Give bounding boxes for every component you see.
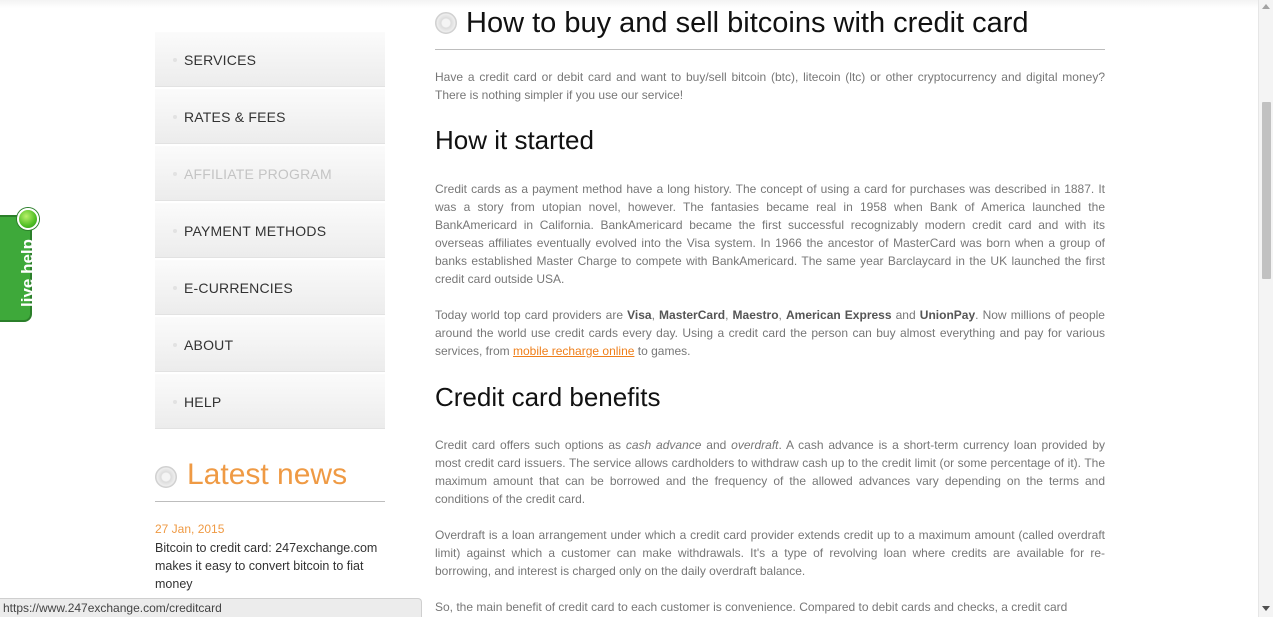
bullet-icon — [173, 400, 177, 404]
text: and — [891, 308, 920, 322]
news-date: 27 Jan, 2015 — [155, 522, 225, 536]
sidebar-item-services[interactable]: SERVICES — [155, 32, 385, 87]
cash-advance-paragraph: Credit card offers such options as cash … — [435, 436, 1105, 508]
sidebar-item-affiliate-program[interactable]: AFFILIATE PROGRAM — [155, 146, 385, 201]
sidebar-item-label: HELP — [184, 394, 222, 410]
live-help-label: live help — [18, 238, 37, 307]
page-header: How to buy and sell bitcoins with credit… — [435, 2, 1105, 50]
overdraft-paragraph: Overdraft is a loan arrangement under wh… — [435, 528, 1105, 578]
news-header: Latest news — [155, 455, 385, 502]
status-bar-url: https://www.247exchange.com/creditcard — [0, 598, 422, 617]
sidebar-item-label: PAYMENT METHODS — [184, 223, 327, 239]
brand-mastercard: MasterCard — [659, 308, 726, 322]
circle-bullet-icon — [155, 466, 177, 488]
intro-paragraph: Have a credit card or debit card and wan… — [435, 70, 1105, 102]
sidebar-item-label: E-CURRENCIES — [184, 280, 293, 296]
sidebar-item-help[interactable]: HELP — [155, 374, 385, 429]
latest-news: Latest news 27 Jan, 2015 Bitcoin to cred… — [155, 455, 385, 591]
bullet-icon — [173, 58, 177, 62]
providers-paragraph: Today world top card providers are Visa,… — [435, 306, 1105, 360]
text: and — [701, 438, 732, 452]
news-title: Latest news — [187, 458, 348, 491]
scroll-up-icon[interactable] — [1262, 4, 1270, 9]
sidebar-item-label: SERVICES — [184, 52, 257, 68]
brand-visa: Visa — [627, 308, 652, 322]
scrollbar-thumb[interactable] — [1262, 102, 1271, 279]
text: Today world top card providers are — [435, 308, 628, 322]
news-headline-link[interactable]: Bitcoin to credit card: 247exchange.com … — [155, 539, 385, 593]
page-title: How to buy and sell bitcoins with credit… — [466, 7, 1029, 39]
term-overdraft: overdraft — [731, 438, 779, 452]
sidebar-item-rates-fees[interactable]: RATES & FEES — [155, 89, 385, 144]
sidebar-item-payment-methods[interactable]: PAYMENT METHODS — [155, 203, 385, 258]
section-heading-started: How it started — [435, 125, 594, 155]
term-cash-advance: cash advance — [625, 438, 702, 452]
live-help-button[interactable]: live help — [0, 208, 39, 322]
history-paragraph: Credit cards as a payment method have a … — [435, 182, 1105, 286]
text: , — [778, 308, 786, 322]
text: Credit card offers such options as — [435, 438, 626, 452]
bullet-icon — [173, 172, 177, 176]
brand-amex: American Express — [786, 308, 892, 322]
sidebar-menu: SERVICES RATES & FEES AFFILIATE PROGRAM … — [155, 32, 385, 431]
bullet-icon — [173, 229, 177, 233]
text: , — [651, 308, 660, 322]
online-status-icon — [17, 208, 39, 230]
section-heading-benefits: Credit card benefits — [435, 382, 661, 412]
sidebar-item-e-currencies[interactable]: E-CURRENCIES — [155, 260, 385, 315]
circle-bullet-icon — [435, 12, 457, 34]
bullet-icon — [173, 115, 177, 119]
bullet-icon — [173, 343, 177, 347]
sidebar-item-label: ABOUT — [184, 337, 234, 353]
brand-maestro: Maestro — [732, 308, 779, 322]
mobile-recharge-link[interactable]: mobile recharge online — [513, 344, 634, 358]
sidebar-item-about[interactable]: ABOUT — [155, 317, 385, 372]
sidebar-item-label: RATES & FEES — [184, 109, 286, 125]
text: , — [725, 308, 733, 322]
vertical-scrollbar[interactable] — [1258, 0, 1273, 617]
text: to games. — [634, 344, 691, 358]
scroll-down-icon[interactable] — [1262, 606, 1270, 611]
brand-unionpay: UnionPay — [919, 308, 976, 322]
convenience-paragraph: So, the main benefit of credit card to e… — [435, 600, 1068, 614]
sidebar-item-label: AFFILIATE PROGRAM — [184, 166, 332, 182]
bullet-icon — [173, 286, 177, 290]
